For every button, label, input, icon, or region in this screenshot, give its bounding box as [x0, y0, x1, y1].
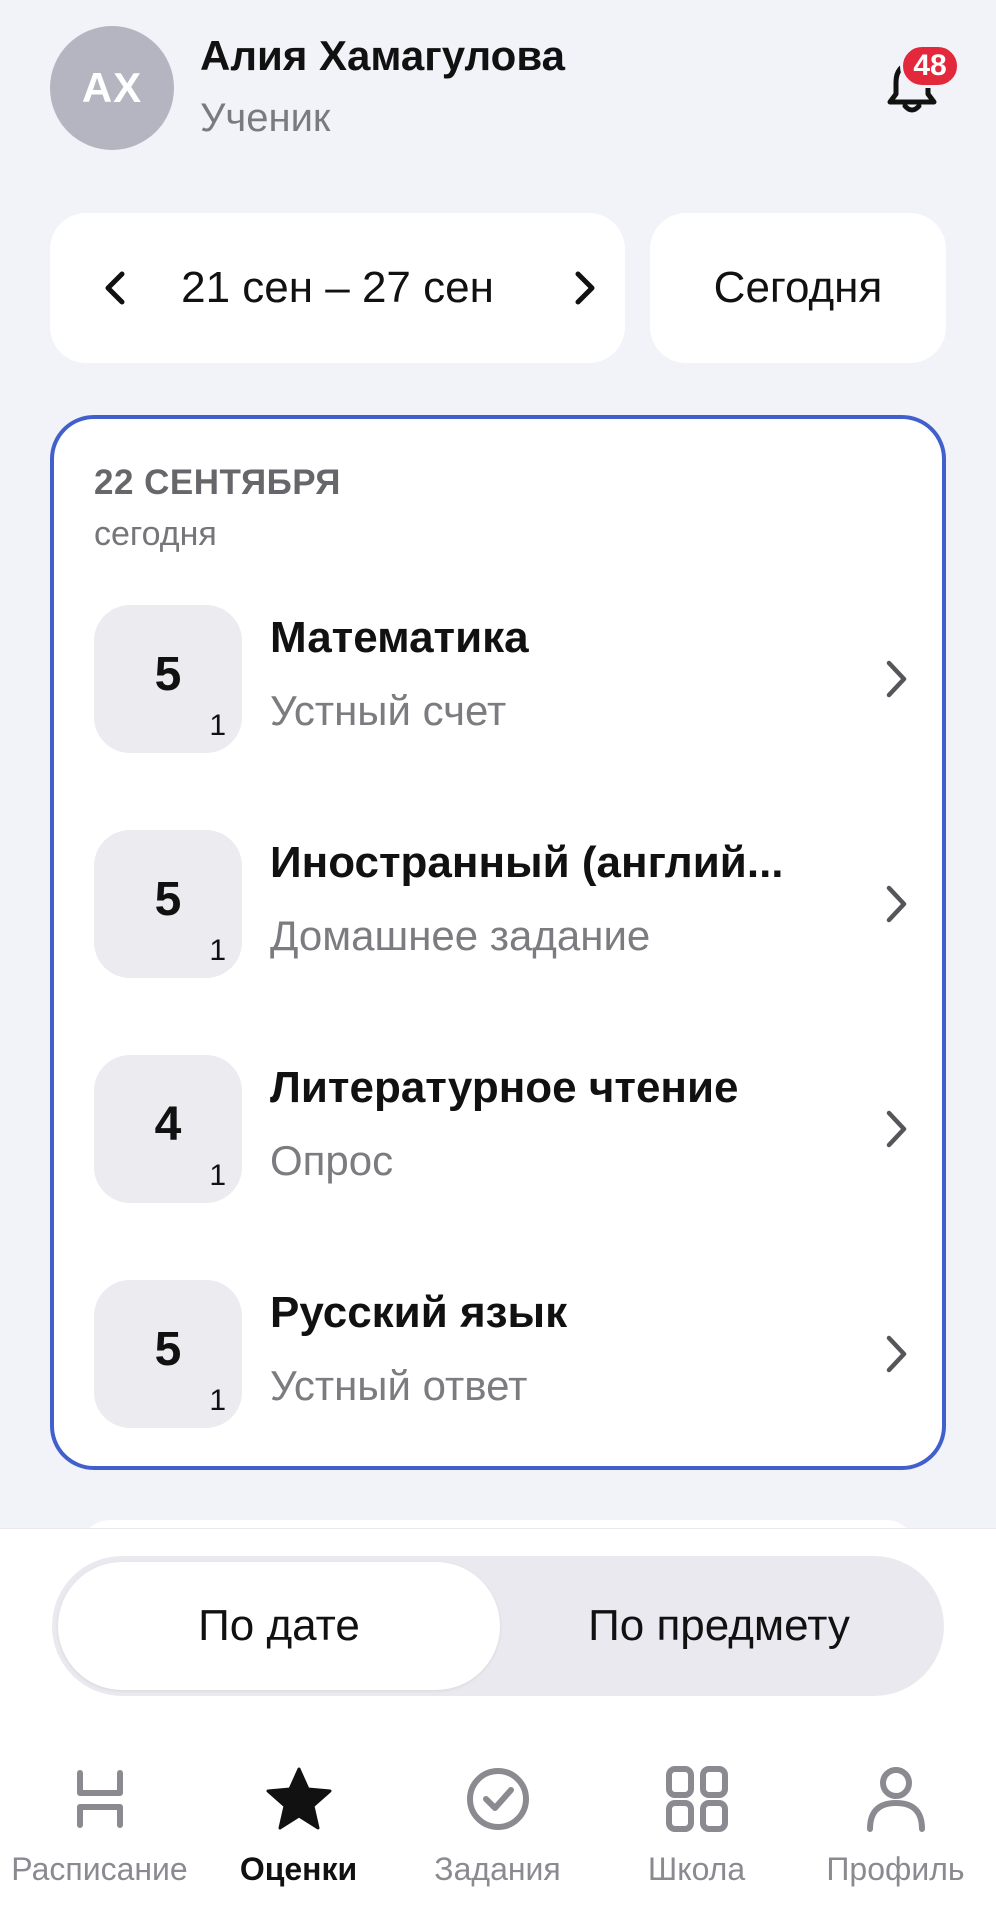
subject-name: Иностранный (англий... [270, 838, 784, 887]
tab-school[interactable]: Школа [597, 1723, 796, 1920]
by-subject-segment[interactable]: По предмету [500, 1562, 938, 1690]
view-mode-switch: По дате По предмету [52, 1556, 944, 1696]
grades-screen: АХ Алия Хамагулова Ученик 48 21 сен – 27… [0, 0, 996, 1920]
grade-value: 4 [154, 1098, 182, 1151]
week-range-label: 21 сен – 27 сен [181, 263, 494, 312]
user-name: Алия Хамагулова [200, 32, 565, 79]
tab-label: Профиль [826, 1851, 965, 1887]
subject-name: Литературное чтение [270, 1063, 739, 1112]
schedule-icon [77, 1770, 123, 1828]
profile-header: АХ Алия Хамагулова Ученик 48 [0, 0, 996, 190]
grade-value: 5 [154, 648, 182, 701]
notification-badge: 48 [900, 44, 960, 88]
user-role: Ученик [200, 96, 331, 140]
grade-value: 5 [154, 1323, 182, 1376]
work-type: Устный ответ [270, 1362, 528, 1409]
grade-weight: 1 [209, 709, 226, 742]
view-mode-panel: По дате По предмету [0, 1528, 996, 1723]
tab-label: Оценки [239, 1851, 358, 1887]
tab-grades[interactable]: Оценки [199, 1723, 398, 1920]
grade-weight: 1 [209, 1384, 226, 1417]
work-type: Устный счет [270, 687, 507, 734]
check-circle-icon [467, 1768, 529, 1830]
chevron-right-icon [886, 1110, 907, 1148]
by-date-segment[interactable]: По дате [58, 1562, 500, 1690]
day-date: 22 СЕНТЯБРЯ [94, 463, 341, 502]
tab-tasks[interactable]: Задания [398, 1723, 597, 1920]
chevron-left-icon [105, 271, 125, 305]
subject-name: Русский язык [270, 1288, 568, 1337]
grade-box: 5 1 [94, 1280, 242, 1428]
grade-value: 5 [154, 873, 182, 926]
tab-bar: Расписание Оценки Задания Школа Профиль [0, 1723, 996, 1920]
lesson-row-math[interactable]: 5 1 Математика Устный счет [94, 605, 914, 753]
tab-profile[interactable]: Профиль [796, 1723, 995, 1920]
chevron-right-icon [886, 885, 907, 923]
tab-label: Расписание [11, 1851, 188, 1887]
tab-label: Задания [434, 1851, 561, 1887]
day-card: 22 СЕНТЯБРЯ сегодня 5 1 Математика Устны… [50, 415, 946, 1470]
avatar[interactable]: АХ [50, 26, 174, 150]
tab-schedule[interactable]: Расписание [0, 1723, 199, 1920]
grade-box: 5 1 [94, 605, 242, 753]
grade-weight: 1 [209, 934, 226, 967]
grade-weight: 1 [209, 1159, 226, 1192]
prev-week-button[interactable] [90, 263, 140, 313]
person-icon [867, 1767, 925, 1832]
work-type: Домашнее задание [270, 912, 651, 959]
grade-box: 5 1 [94, 830, 242, 978]
day-sub-label: сегодня [94, 515, 217, 553]
chevron-right-icon [575, 271, 595, 305]
star-icon [266, 1767, 332, 1830]
grade-box: 4 1 [94, 1055, 242, 1203]
next-week-button[interactable] [560, 263, 610, 313]
chevron-right-icon [886, 1335, 907, 1373]
chevron-right-icon [886, 660, 907, 698]
grid-icon [666, 1766, 728, 1832]
tab-label: Школа [647, 1851, 746, 1887]
today-button[interactable]: Сегодня [650, 213, 946, 363]
week-selector: 21 сен – 27 сен [50, 213, 625, 363]
subject-name: Математика [270, 613, 529, 662]
lesson-row-english[interactable]: 5 1 Иностранный (англий... Домашнее зада… [94, 830, 914, 978]
lesson-row-russian[interactable]: 5 1 Русский язык Устный ответ [94, 1280, 914, 1428]
lesson-row-reading[interactable]: 4 1 Литературное чтение Опрос [94, 1055, 914, 1203]
work-type: Опрос [270, 1137, 394, 1184]
